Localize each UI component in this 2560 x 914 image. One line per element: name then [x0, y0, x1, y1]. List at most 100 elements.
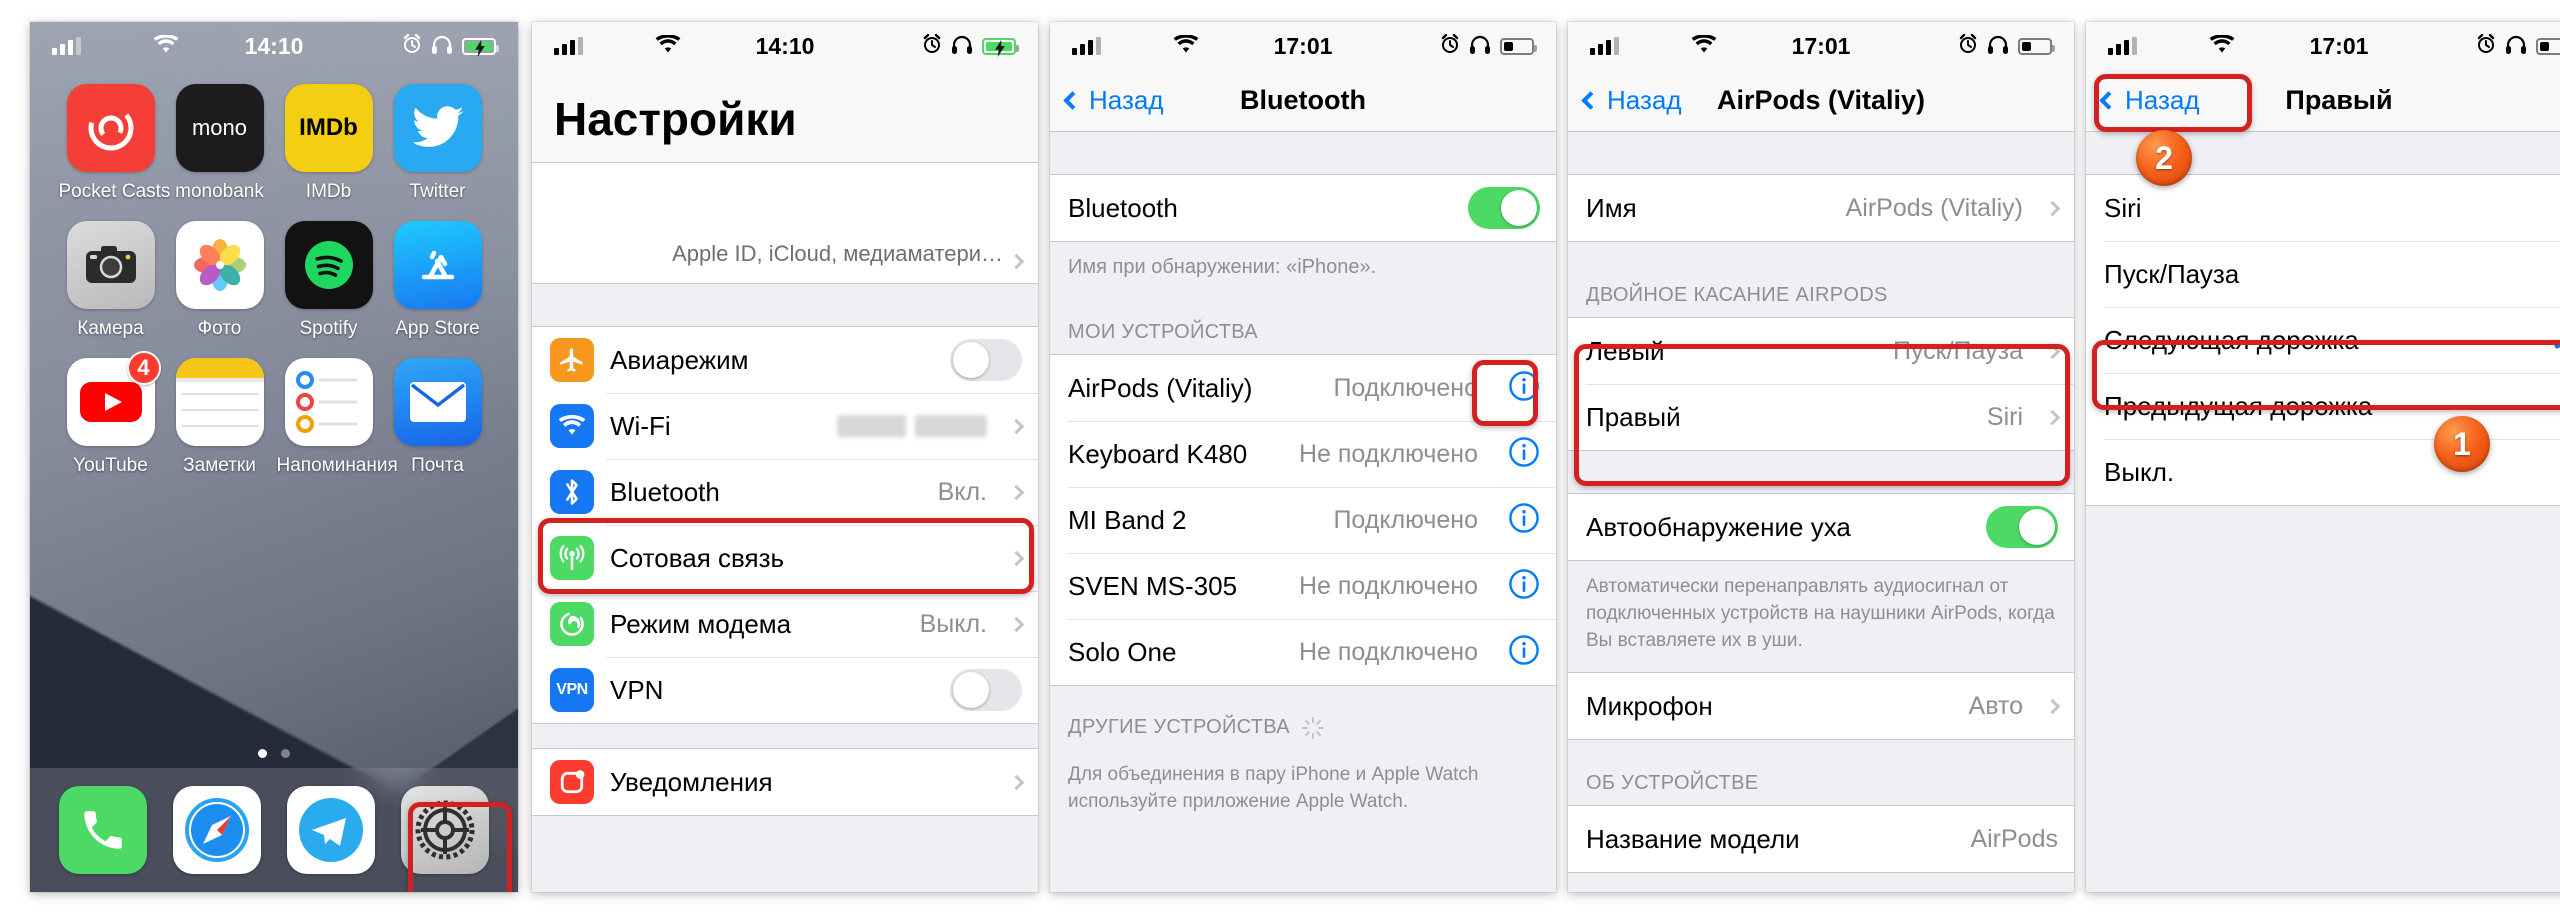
- settings-body: Настройки Apple ID, iCloud, медиаматери……: [532, 70, 1038, 892]
- headphones-icon: [1987, 33, 2009, 60]
- section-gap: [532, 284, 1038, 326]
- headphones-icon: [1469, 33, 1491, 60]
- apple-id-row[interactable]: Apple ID, iCloud, медиаматери…: [532, 163, 1038, 283]
- info-icon[interactable]: [1508, 568, 1540, 605]
- settings-row-airplane[interactable]: Авиарежим: [532, 327, 1038, 393]
- battery-charging-icon: [461, 37, 499, 57]
- cellular-bars-icon: [1072, 37, 1101, 55]
- dock-safari-icon[interactable]: [173, 786, 261, 874]
- airpods-body: Назад AirPods (Vitaliy) Имя AirPods (Vit…: [1568, 70, 2074, 892]
- app-store-icon: [393, 221, 482, 309]
- info-icon[interactable]: [1508, 502, 1540, 539]
- vpn-icon: VPN: [550, 668, 594, 712]
- device-status: Подключено: [1333, 373, 1478, 402]
- settings-row-notifications[interactable]: Уведомления: [532, 749, 1038, 815]
- back-button[interactable]: Назад: [2099, 85, 2200, 116]
- dock-settings-icon[interactable]: [401, 786, 489, 874]
- ear-detection-row[interactable]: Автообнаружение уха: [1568, 494, 2074, 560]
- device-row-solo-one[interactable]: Solo One Не подключено: [1050, 619, 1556, 685]
- settings-row-vpn[interactable]: VPN VPN: [532, 657, 1038, 723]
- name-row-label: Имя: [1586, 192, 1637, 223]
- bluetooth-toggle[interactable]: [1468, 187, 1540, 229]
- app-youtube[interactable]: 4 YouTube: [59, 351, 163, 477]
- notifications-icon: [550, 760, 594, 804]
- wifi-icon: [1691, 33, 1717, 60]
- app-app-store[interactable]: App Store: [386, 221, 490, 340]
- right-pod-row[interactable]: Правый Siri: [1568, 384, 2074, 450]
- chevron-right-icon: [2044, 200, 2061, 216]
- ear-detection-group: Автообнаружение уха: [1568, 493, 2074, 561]
- discoverable-note: Имя при обнаружении: «iPhone».: [1068, 256, 1377, 278]
- back-button-label: Назад: [2125, 85, 2200, 115]
- option-row-next-track[interactable]: Следующая дорожка ✓: [2086, 307, 2560, 373]
- settings-row-label: VPN: [610, 674, 664, 705]
- back-button-label: Назад: [1607, 85, 1682, 115]
- option-label: Siri: [2104, 192, 2142, 223]
- airplane-toggle[interactable]: [950, 339, 1022, 381]
- status-time: 17:01: [1791, 32, 1851, 59]
- app-monobank[interactable]: mono monobank: [168, 84, 272, 203]
- app-twitter[interactable]: Twitter: [386, 84, 490, 203]
- back-button[interactable]: Назад: [1063, 85, 1164, 116]
- scanning-spinner-icon: [1301, 716, 1324, 739]
- apple-watch-app-link[interactable]: приложение Apple Watch: [1182, 791, 1402, 812]
- device-row-sven[interactable]: SVEN MS-305 Не подключено: [1050, 553, 1556, 619]
- page-dot-1[interactable]: [258, 749, 267, 758]
- phone-home-screen: 14:10 Pocket Casts mono monobank IMDb IM…: [30, 22, 518, 892]
- info-icon[interactable]: [1508, 370, 1540, 407]
- battery-icon: [1499, 37, 1537, 55]
- bluetooth-toggle-row[interactable]: Bluetooth: [1050, 175, 1556, 241]
- app-label: Камера: [77, 318, 144, 339]
- option-row-play-pause[interactable]: Пуск/Пауза: [2086, 241, 2560, 307]
- app-reminders[interactable]: Напоминания: [276, 358, 398, 477]
- settings-row-bluetooth[interactable]: Bluetooth Вкл.: [532, 459, 1038, 525]
- app-grid: Pocket Casts mono monobank IMDb IMDb Twi…: [30, 70, 518, 477]
- app-label: IMDb: [305, 181, 352, 202]
- option-row-previous-track[interactable]: Предыдущая дорожка: [2086, 373, 2560, 439]
- navigation-bar: Назад Правый: [2086, 70, 2560, 132]
- info-icon[interactable]: [1508, 436, 1540, 473]
- ear-detection-toggle[interactable]: [1986, 506, 2058, 548]
- phone-right-pod: 17:01 Назад Правый Siri Пуск/Пауза Следу…: [2086, 22, 2560, 892]
- page-title: Настройки: [532, 70, 1038, 162]
- app-imdb[interactable]: IMDb IMDb: [277, 84, 381, 203]
- vpn-toggle[interactable]: [950, 669, 1022, 711]
- dock-phone-icon[interactable]: [59, 786, 147, 874]
- app-spotify[interactable]: Spotify: [277, 221, 381, 340]
- settings-row-cellular[interactable]: Сотовая связь: [532, 525, 1038, 591]
- left-pod-value: Пуск/Пауза: [1892, 336, 2023, 365]
- bluetooth-toggle-label: Bluetooth: [1068, 192, 1178, 223]
- status-bar: 17:01: [2086, 22, 2560, 70]
- app-notes[interactable]: Заметки: [168, 358, 272, 477]
- app-label: Напоминания: [276, 455, 398, 476]
- alarm-icon: [402, 33, 422, 60]
- app-camera[interactable]: Камера: [59, 221, 163, 340]
- status-time: 17:01: [1273, 32, 1333, 59]
- settings-row-hotspot[interactable]: Режим модема Выкл.: [532, 591, 1038, 657]
- app-mail[interactable]: Почта: [386, 358, 490, 477]
- chevron-right-icon: [2044, 698, 2061, 714]
- microphone-row[interactable]: Микрофон Авто: [1568, 673, 2074, 739]
- ear-detection-note: Автоматически перенаправлять аудиосигнал…: [1586, 576, 2055, 651]
- right-pod-value: Siri: [1986, 402, 2023, 431]
- app-label: App Store: [395, 318, 480, 339]
- settings-row-label: Wi-Fi: [610, 410, 671, 441]
- name-group: Имя AirPods (Vitaliy): [1568, 174, 2074, 242]
- device-status: Не подключено: [1298, 637, 1478, 666]
- device-row-keyboard[interactable]: Keyboard K480 Не подключено: [1050, 421, 1556, 487]
- page-dot-2[interactable]: [281, 749, 290, 758]
- device-row-mi-band[interactable]: MI Band 2 Подключено: [1050, 487, 1556, 553]
- device-row-airpods[interactable]: AirPods (Vitaliy) Подключено: [1050, 355, 1556, 421]
- app-pocket-casts[interactable]: Pocket Casts: [59, 84, 170, 203]
- airpods-name-row[interactable]: Имя AirPods (Vitaliy): [1568, 175, 2074, 241]
- settings-row-wifi[interactable]: Wi-Fi xxxx: [532, 393, 1038, 459]
- left-pod-row[interactable]: Левый Пуск/Пауза: [1568, 318, 2074, 384]
- my-devices-header: МОИ УСТРОЙСТВА: [1068, 321, 1258, 343]
- app-photos[interactable]: Фото: [168, 221, 272, 340]
- battery-icon: [2535, 37, 2560, 55]
- back-button[interactable]: Назад: [1581, 85, 1682, 116]
- wifi-icon: [1173, 33, 1199, 60]
- info-icon[interactable]: [1508, 634, 1540, 671]
- app-badge: 4: [126, 351, 161, 385]
- dock-telegram-icon[interactable]: [287, 786, 375, 874]
